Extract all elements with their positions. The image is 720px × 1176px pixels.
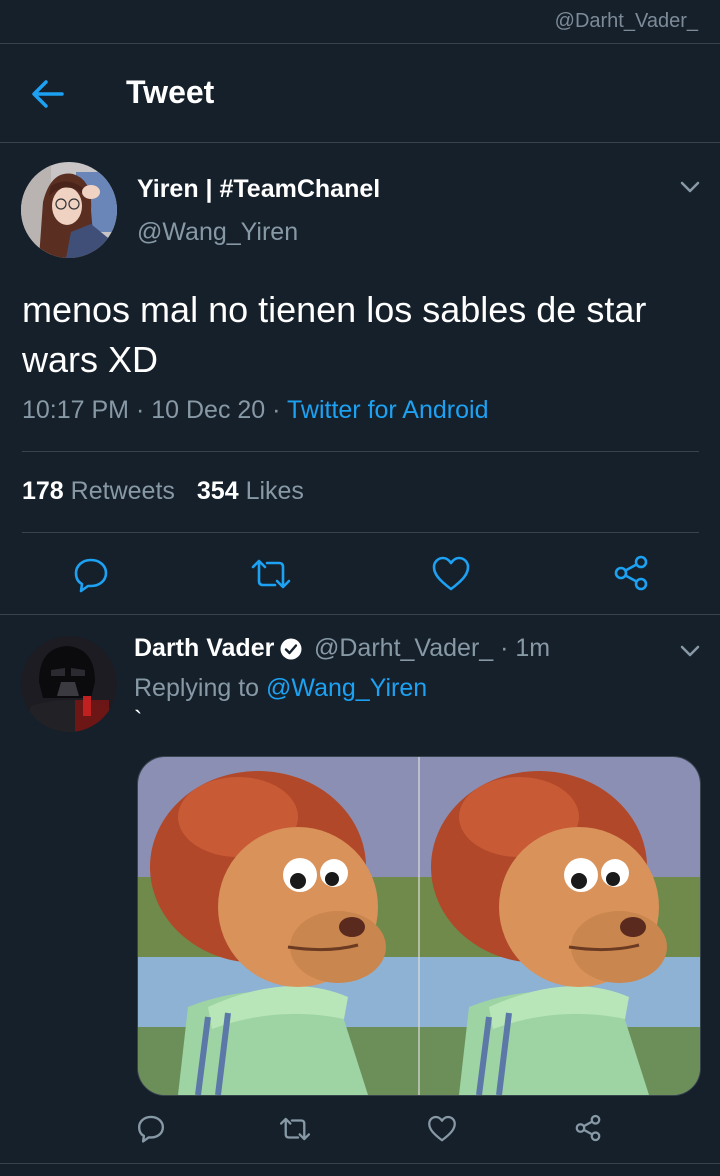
back-arrow-icon[interactable] (30, 78, 66, 110)
top-bar: Tweet (0, 44, 720, 142)
verified-badge-icon (280, 638, 302, 660)
reply-author-name[interactable]: Darth Vader (134, 634, 302, 663)
divider (0, 614, 720, 615)
retweet-icon[interactable] (278, 1114, 312, 1144)
retweet-count: 178 (22, 477, 64, 505)
reply-author-label: Darth Vader (134, 634, 275, 662)
likes-stat[interactable]: 354 Likes (197, 477, 304, 505)
reply-text: ` (134, 706, 143, 734)
like-count: 354 (196, 477, 239, 505)
replying-label: Replying to (134, 674, 260, 702)
tweet-time: 10:17 PM (22, 396, 130, 424)
reply-icon[interactable] (136, 1113, 166, 1143)
reply-time: 1m (515, 634, 551, 662)
retweet-label: Retweets (70, 477, 175, 505)
like-icon[interactable] (431, 555, 471, 593)
like-label: Likes (245, 477, 304, 505)
like-icon[interactable] (427, 1114, 457, 1144)
divider (0, 1163, 720, 1164)
reply-handle-line: @Darht_Vader_ · 1m (314, 634, 551, 662)
share-icon[interactable] (573, 1113, 603, 1143)
reply-icon[interactable] (72, 555, 110, 593)
tweet-source-link[interactable]: Twitter for Android (287, 396, 488, 424)
meta-separator: · (272, 396, 287, 424)
reply-author-handle[interactable]: @Darht_Vader_ (314, 634, 493, 662)
avatar[interactable] (21, 162, 117, 258)
tweet-meta: 10:17 PM · 10 Dec 20 · Twitter for Andro… (22, 396, 488, 425)
watermark-handle: @Darht_Vader_ (554, 10, 698, 32)
media-image[interactable] (137, 756, 701, 1096)
replying-to: Replying to @Wang_Yiren (134, 674, 427, 703)
page-title: Tweet (126, 74, 215, 110)
tweet-stats: 178 Retweets 354 Likes (22, 477, 304, 506)
divider (22, 532, 699, 533)
tweet-text: menos mal no tienen los sables de star w… (22, 289, 647, 380)
author-name[interactable]: Yiren | #TeamChanel (137, 175, 380, 204)
retweets-stat[interactable]: 178 Retweets (22, 477, 175, 505)
avatar[interactable] (21, 636, 117, 732)
retweet-icon[interactable] (249, 555, 293, 593)
chevron-down-icon[interactable] (677, 640, 703, 662)
tweet-date: 10 Dec 20 (151, 396, 266, 424)
header-divider (0, 142, 720, 143)
share-icon[interactable] (611, 553, 651, 593)
meta-separator: · (135, 396, 152, 424)
author-handle[interactable]: @Wang_Yiren (137, 218, 298, 247)
divider (22, 451, 699, 452)
replying-to-link[interactable]: @Wang_Yiren (266, 674, 427, 702)
chevron-down-icon[interactable] (677, 176, 703, 198)
